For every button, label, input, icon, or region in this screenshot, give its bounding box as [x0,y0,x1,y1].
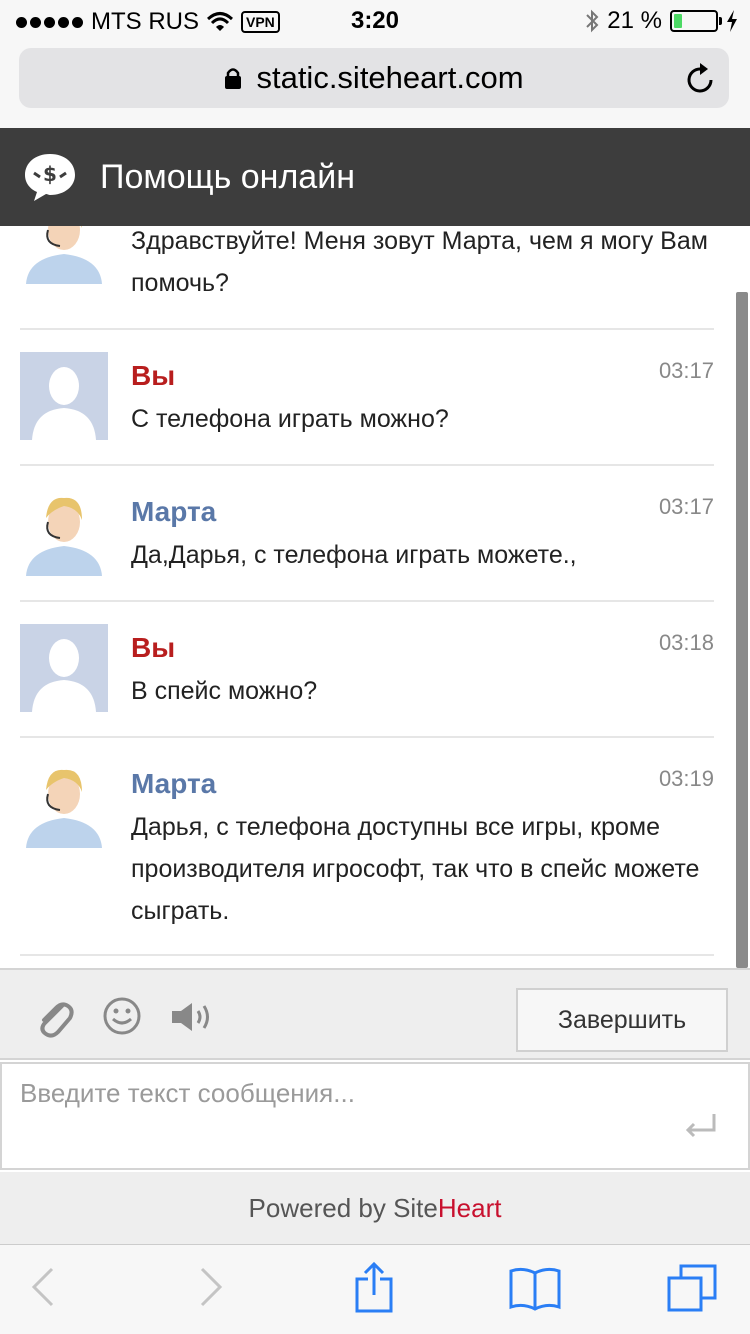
message-text: Да,Дарья, с телефона играть можете., [131,541,577,569]
attach-icon[interactable] [32,996,76,1040]
message-time: 03:17 [658,494,714,519]
browser-toolbar [0,1244,750,1334]
status-bar: MTS RUS VPN 3:20 21 % [0,0,750,42]
reload-icon[interactable] [686,62,716,94]
message-author: Марта [131,768,217,799]
bluetooth-icon [586,9,599,33]
message-time: 03:17 [658,358,714,383]
sound-icon[interactable] [170,1000,218,1034]
message-list[interactable]: Здравствуйте! Меня зовут Марта, чем я мо… [0,226,750,968]
operator-avatar [20,226,108,284]
tabs-icon[interactable] [666,1263,718,1313]
chat-title: Помощь онлайн [100,157,355,196]
message-scrollbar[interactable] [736,292,748,968]
svg-text:$: $ [43,162,57,186]
operator-avatar [20,760,108,848]
message-item: Марта 03:17 Да,Дарья, с телефона играть … [20,466,714,602]
battery-percent: 21 % [607,7,662,34]
message-author: Вы [131,632,176,663]
brand-site[interactable]: Site [393,1193,438,1223]
message-input-area [0,1062,750,1170]
forward-icon[interactable] [198,1265,224,1309]
message-author: Марта [131,496,217,527]
enter-icon[interactable] [684,1112,718,1140]
lock-icon [225,68,242,89]
chat-header: $ Помощь онлайн [0,128,750,226]
bookmarks-icon[interactable] [508,1265,562,1311]
charging-icon [727,10,737,32]
message-time: 03:19 [658,766,714,791]
message-item: Вы 03:18 В спейс можно? [20,602,714,738]
powered-prefix: Powered by [248,1193,394,1223]
brand-heart[interactable]: Heart [438,1193,502,1223]
chat-toolbar: Завершить [0,968,750,1060]
powered-by: Powered by SiteHeart [0,1172,750,1244]
address-bar[interactable]: static.siteheart.com [19,48,729,108]
emoji-icon[interactable] [102,996,142,1036]
browser-address-area: static.siteheart.com [0,42,750,128]
message-item: Здравствуйте! Меня зовут Марта, чем я мо… [20,226,714,330]
message-item: Вы 03:17 С телефона играть можно? [20,330,714,466]
end-chat-button[interactable]: Завершить [516,988,728,1052]
chat-logo-icon: $ [25,154,75,201]
battery-icon [670,10,722,32]
user-avatar [20,624,108,712]
message-input[interactable] [2,1064,748,1168]
message-text: В спейс можно? [131,677,318,705]
back-icon[interactable] [30,1265,56,1309]
message-time: 03:18 [658,630,714,655]
message-text: С телефона играть можно? [131,405,449,433]
message-text: Дарья, с телефона доступны все игры, кро… [131,813,700,925]
message-item: Марта 03:19 Дарья, с телефона доступны в… [20,738,714,956]
share-icon[interactable] [354,1261,394,1313]
operator-avatar [20,488,108,576]
message-text: Здравствуйте! Меня зовут Марта, чем я мо… [131,227,708,297]
user-avatar [20,352,108,440]
message-author: Вы [131,360,176,391]
url-text: static.siteheart.com [256,60,524,95]
